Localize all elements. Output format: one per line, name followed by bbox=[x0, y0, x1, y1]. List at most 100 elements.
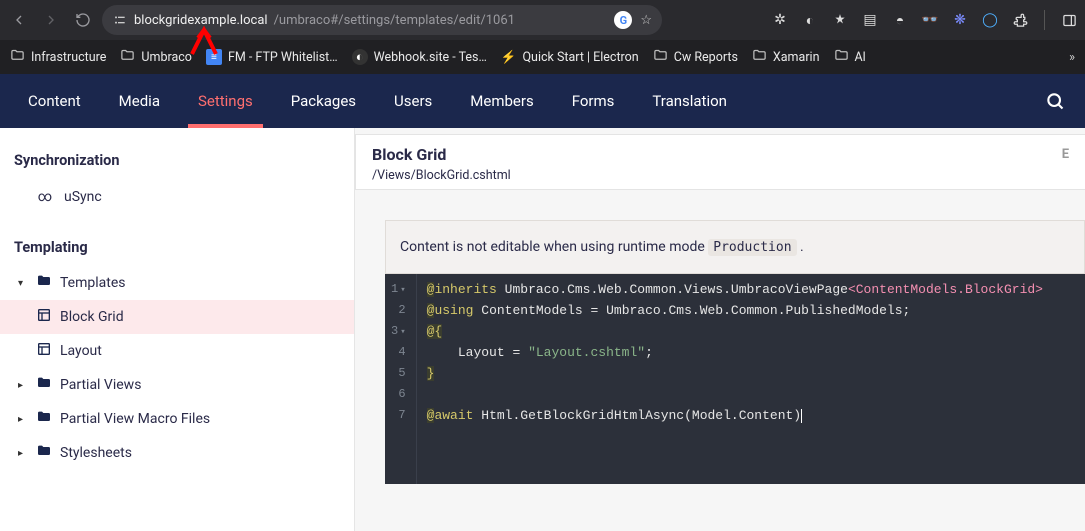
content-right-indicator: E bbox=[1062, 147, 1069, 162]
template-icon bbox=[36, 341, 52, 361]
folder-icon bbox=[120, 48, 135, 67]
url-domain: blockgridexample.local bbox=[134, 13, 268, 28]
tree-item-label: Stylesheets bbox=[60, 445, 132, 461]
folder-icon bbox=[834, 48, 849, 67]
content-title-text: Block Grid bbox=[372, 145, 446, 164]
tree-item-label: Block Grid bbox=[60, 309, 124, 325]
folder-icon bbox=[36, 375, 52, 395]
folder-icon bbox=[752, 48, 767, 67]
bookmark-item[interactable]: ⚡ Quick Start | Electron bbox=[501, 50, 639, 65]
browser-toolbar: blockgridexample.local/umbraco#/settings… bbox=[0, 0, 1085, 40]
bookmark-label: FM - FTP Whitelist… bbox=[228, 50, 338, 65]
nav-tab-settings[interactable]: Settings bbox=[180, 74, 271, 128]
folder-icon bbox=[653, 48, 668, 67]
back-button[interactable] bbox=[6, 7, 32, 33]
sidebar-section-templating: Templating bbox=[0, 229, 354, 266]
tree-item-label: Partial View Macro Files bbox=[60, 411, 210, 427]
ext-icon-6[interactable]: 👓 bbox=[920, 10, 940, 30]
nav-tab-translation[interactable]: Translation bbox=[634, 74, 745, 128]
ext-icon-7[interactable]: ❋ bbox=[950, 10, 970, 30]
folder-icon bbox=[36, 443, 52, 463]
google-icon[interactable]: G bbox=[614, 11, 632, 29]
nav-tab-members[interactable]: Members bbox=[452, 74, 551, 128]
notice-mode: Production bbox=[708, 239, 796, 256]
sidebar: Synchronization ∞ uSync Templating ▾ Temp… bbox=[0, 128, 355, 531]
bookmark-label: Quick Start | Electron bbox=[522, 50, 638, 65]
bookmark-item[interactable]: Al bbox=[834, 48, 866, 67]
tree-item-label: Partial Views bbox=[60, 377, 141, 393]
bookmarks-overflow[interactable]: » bbox=[1069, 50, 1075, 65]
content-header: Block Grid E /Views/BlockGrid.cshtml bbox=[355, 134, 1085, 190]
bookmark-item[interactable]: Xamarin bbox=[752, 48, 820, 67]
content-title: Block Grid E bbox=[372, 145, 1069, 164]
readonly-notice: Content is not editable when using runti… bbox=[385, 220, 1085, 274]
template-icon bbox=[36, 307, 52, 327]
bookmark-item[interactable]: Infrastructure bbox=[10, 48, 106, 67]
nav-search-icon[interactable] bbox=[1035, 91, 1075, 111]
extensions-menu-icon[interactable] bbox=[1010, 10, 1030, 30]
infinity-icon: ∞ bbox=[36, 189, 54, 205]
notice-pre: Content is not editable when using runti… bbox=[400, 239, 708, 255]
ext-icon-8[interactable]: ◯ bbox=[980, 10, 1000, 30]
bookmark-label: Cw Reports bbox=[674, 50, 738, 65]
folder-icon bbox=[10, 48, 25, 67]
ext-icon-2[interactable]: ◐ bbox=[800, 10, 820, 30]
sidebar-item-label: uSync bbox=[64, 189, 102, 205]
folder-icon bbox=[36, 409, 52, 429]
nav-tab-forms[interactable]: Forms bbox=[554, 74, 633, 128]
bookmark-item[interactable]: Cw Reports bbox=[653, 48, 738, 67]
ext-icon-1[interactable]: ✲ bbox=[770, 10, 790, 30]
content-pane: Block Grid E /Views/BlockGrid.cshtml Con… bbox=[355, 128, 1085, 531]
sidebar-item-usync[interactable]: ∞ uSync bbox=[0, 179, 354, 215]
tree-item-partial-view-macro-files[interactable]: ▸ Partial View Macro Files bbox=[0, 402, 354, 436]
ext-icon-3[interactable] bbox=[830, 10, 850, 30]
sidepanel-icon[interactable] bbox=[1059, 10, 1079, 30]
tree-item-label: Templates bbox=[60, 275, 126, 291]
tree-item-label: Layout bbox=[60, 343, 102, 359]
bookmark-label: Infrastructure bbox=[31, 50, 106, 65]
caret-icon: ▸ bbox=[18, 414, 28, 425]
nav-tab-content[interactable]: Content bbox=[10, 74, 99, 128]
bookmark-item[interactable]: ≡ FM - FTP Whitelist… bbox=[206, 49, 338, 65]
code-lines: @inherits Umbraco.Cms.Web.Common.Views.U… bbox=[417, 274, 1085, 484]
address-bar[interactable]: blockgridexample.local/umbraco#/settings… bbox=[102, 5, 662, 35]
bolt-icon: ⚡ bbox=[501, 50, 517, 65]
bookmark-item[interactable]: Umbraco bbox=[120, 48, 192, 67]
tree-item-stylesheets[interactable]: ▸ Stylesheets bbox=[0, 436, 354, 470]
globe-icon: ◐ bbox=[352, 49, 368, 65]
nav-tab-users[interactable]: Users bbox=[376, 74, 450, 128]
bookmark-star-icon[interactable]: ☆ bbox=[640, 13, 652, 28]
tree-item-partial-views[interactable]: ▸ Partial Views bbox=[0, 368, 354, 402]
editor-wrap: Content is not editable when using runti… bbox=[355, 190, 1085, 484]
bookmarks-bar: Infrastructure Umbraco ≡ FM - FTP Whitelist… bbox=[0, 40, 1085, 74]
reload-button[interactable] bbox=[70, 7, 96, 33]
folder-icon bbox=[36, 273, 52, 293]
bookmark-label: Webhook.site - Tes… bbox=[374, 50, 487, 65]
bookmark-label: Al bbox=[855, 50, 866, 65]
gdoc-icon: ≡ bbox=[206, 49, 222, 65]
url-path: /umbraco#/settings/templates/edit/1061 bbox=[274, 13, 515, 28]
extensions-area: ✲ ◐ ▤ ◓ 👓 ❋ ◯ bbox=[770, 10, 1079, 30]
nav-tab-media[interactable]: Media bbox=[101, 74, 178, 128]
tree-item-block-grid[interactable]: Block Grid bbox=[0, 300, 354, 334]
forward-button[interactable] bbox=[38, 7, 64, 33]
content-path: /Views/BlockGrid.cshtml bbox=[372, 168, 1069, 183]
sidebar-section-sync: Synchronization bbox=[0, 142, 354, 179]
umbraco-nav: ContentMediaSettingsPackagesUsersMembers… bbox=[0, 74, 1085, 128]
code-editor[interactable]: 1▾23▾4567 @inherits Umbraco.Cms.Web.Comm… bbox=[385, 274, 1085, 484]
ext-icon-4[interactable]: ▤ bbox=[860, 10, 880, 30]
nav-tab-packages[interactable]: Packages bbox=[273, 74, 374, 128]
tree-item-layout[interactable]: Layout bbox=[0, 334, 354, 368]
tree-item-templates[interactable]: ▾ Templates bbox=[0, 266, 354, 300]
site-settings-icon[interactable] bbox=[112, 12, 128, 28]
gutter: 1▾23▾4567 bbox=[385, 274, 417, 484]
notice-post: . bbox=[797, 239, 804, 255]
main-layout: Synchronization ∞ uSync Templating ▾ Temp… bbox=[0, 128, 1085, 531]
bookmark-item[interactable]: ◐ Webhook.site - Tes… bbox=[352, 49, 487, 65]
bookmark-label: Umbraco bbox=[141, 50, 192, 65]
caret-icon: ▾ bbox=[18, 278, 28, 289]
ext-icon-5[interactable]: ◓ bbox=[890, 10, 910, 30]
bookmark-label: Xamarin bbox=[773, 50, 820, 65]
caret-icon: ▸ bbox=[18, 380, 28, 391]
caret-icon: ▸ bbox=[18, 448, 28, 459]
